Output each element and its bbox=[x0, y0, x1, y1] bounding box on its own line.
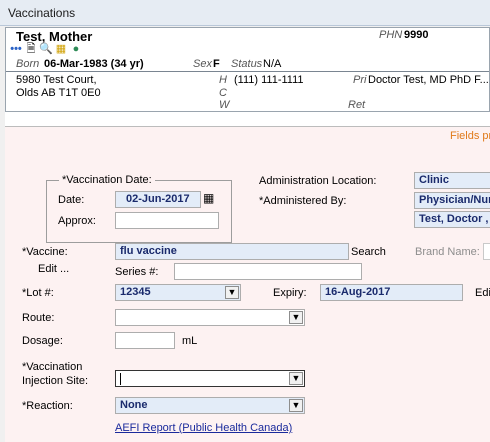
calendar-picker-icon[interactable]: ▦ bbox=[203, 191, 217, 205]
dosage-field[interactable] bbox=[115, 332, 175, 349]
administered-by-type-field[interactable]: Physician/Nur bbox=[414, 192, 490, 209]
series-label: Series #: bbox=[115, 266, 159, 278]
banner-spacer bbox=[5, 112, 490, 126]
chevron-down-icon[interactable]: ▼ bbox=[289, 372, 303, 385]
born-label: Born bbox=[16, 58, 40, 70]
work-phone-label: W bbox=[219, 99, 230, 111]
date-label: Date: bbox=[58, 194, 85, 206]
administered-by-type-value: Physician/Nur bbox=[419, 194, 490, 206]
administered-by-name-value: Test, Doctor , bbox=[419, 213, 489, 225]
home-phone-value: (111) 111-1111 bbox=[234, 74, 304, 86]
lot-field[interactable]: 12345 ▼ bbox=[115, 284, 241, 301]
reaction-select[interactable]: None ▼ bbox=[115, 397, 305, 414]
globe-icon[interactable]: ● bbox=[69, 43, 83, 56]
search-icon[interactable]: 🔍 bbox=[39, 43, 53, 56]
date-value: 02-Jun-2017 bbox=[126, 193, 190, 205]
admin-location-field[interactable]: Clinic bbox=[414, 172, 490, 189]
primary-provider-value: Doctor Test, MD PhD F... bbox=[368, 74, 489, 86]
vaccine-field[interactable]: flu vaccine bbox=[115, 243, 349, 260]
patient-name[interactable]: Test, Mother bbox=[16, 29, 92, 44]
chevron-down-icon[interactable]: ▼ bbox=[289, 399, 303, 412]
vaccine-edit-button[interactable]: Edit ... bbox=[38, 263, 69, 275]
phn-label: PHN bbox=[379, 29, 403, 41]
required-fields-note: Fields pr bbox=[450, 130, 490, 142]
date-field[interactable]: 02-Jun-2017 bbox=[115, 191, 201, 208]
dosage-unit: mL bbox=[182, 335, 198, 347]
expiry-value: 16-Aug-2017 bbox=[325, 286, 391, 298]
injection-site-select[interactable]: ▼ bbox=[115, 370, 305, 387]
approx-field[interactable] bbox=[115, 212, 219, 229]
document-icon[interactable]: 🗎 bbox=[24, 43, 38, 56]
route-label: Route: bbox=[22, 312, 55, 324]
administered-by-name-field[interactable]: Test, Doctor , bbox=[414, 211, 490, 228]
series-field[interactable] bbox=[174, 263, 362, 280]
sex-value: F bbox=[213, 58, 220, 70]
approx-label: Approx: bbox=[58, 215, 96, 227]
home-phone-label: H bbox=[219, 74, 227, 86]
administered-by-label: *Administered By: bbox=[259, 195, 347, 207]
phn-value: 9990 bbox=[404, 29, 429, 41]
reaction-label: *Reaction: bbox=[22, 400, 73, 412]
lot-edit-button[interactable]: Edi bbox=[475, 287, 490, 299]
text-cursor bbox=[120, 373, 121, 385]
status-label: Status bbox=[231, 58, 263, 70]
lot-label: *Lot #: bbox=[22, 287, 54, 299]
admin-location-label: Administration Location: bbox=[259, 175, 377, 187]
banner-divider bbox=[6, 71, 489, 72]
window-titlebar: Vaccinations bbox=[0, 0, 490, 26]
chevron-down-icon[interactable]: ▼ bbox=[225, 286, 239, 299]
route-select[interactable]: ▼ bbox=[115, 309, 305, 326]
chevron-down-icon[interactable]: ▼ bbox=[289, 311, 303, 324]
brand-name-label: Brand Name: bbox=[415, 246, 480, 258]
vaccine-search-button[interactable]: Search bbox=[351, 246, 386, 258]
vaccine-label: *Vaccine: bbox=[22, 246, 68, 258]
injection-site-label-line-1: *Vaccination bbox=[22, 361, 83, 373]
injection-site-label-line-2: Injection Site: bbox=[22, 375, 89, 387]
primary-provider-label: Pri bbox=[353, 74, 367, 86]
admin-location-value: Clinic bbox=[419, 174, 449, 186]
reaction-value: None bbox=[120, 399, 148, 411]
more-icon[interactable]: ••• bbox=[9, 43, 23, 56]
born-value: 06-Mar-1983 (34 yr) bbox=[44, 58, 144, 70]
calendar-icon[interactable]: ▦ bbox=[54, 43, 68, 56]
sex-label: Sex bbox=[193, 58, 212, 70]
status-value: N/A bbox=[263, 58, 282, 70]
vaccination-form: Fields pr *Vaccination Date: Date: 02-Ju… bbox=[5, 126, 490, 442]
brand-name-field[interactable] bbox=[483, 243, 490, 260]
lot-value: 12345 bbox=[120, 286, 151, 298]
expiry-label: Expiry: bbox=[273, 287, 307, 299]
referring-provider-label: Ret bbox=[348, 99, 366, 111]
aefi-report-link[interactable]: AEFI Report (Public Health Canada) bbox=[115, 422, 292, 434]
patient-banner: Test, Mother PHN 9990 ••• 🗎 🔍 ▦ ● Born 0… bbox=[5, 27, 490, 112]
patient-toolbar: ••• 🗎 🔍 ▦ ● bbox=[9, 43, 83, 56]
expiry-field[interactable]: 16-Aug-2017 bbox=[320, 284, 463, 301]
cell-phone-label: C bbox=[219, 87, 227, 99]
vaccination-date-group-label: *Vaccination Date: bbox=[59, 174, 155, 186]
address-line-1: 5980 Test Court, bbox=[16, 74, 97, 86]
window-title: Vaccinations bbox=[8, 6, 76, 20]
address-line-2: Olds AB T1T 0E0 bbox=[16, 87, 101, 99]
vaccine-value: flu vaccine bbox=[120, 245, 177, 257]
dosage-label: Dosage: bbox=[22, 335, 63, 347]
